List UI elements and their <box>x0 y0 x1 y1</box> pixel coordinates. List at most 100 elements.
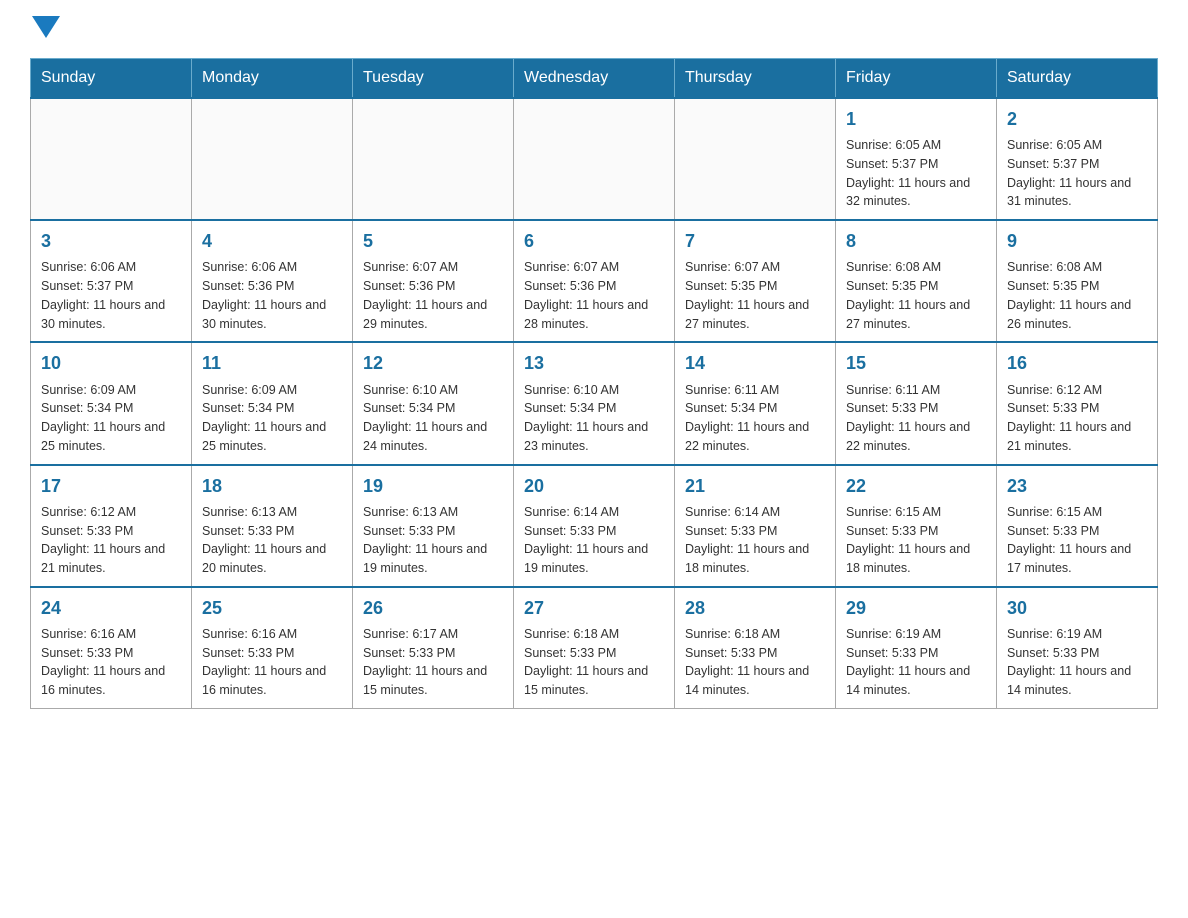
day-info: Sunrise: 6:17 AM Sunset: 5:33 PM Dayligh… <box>363 625 503 700</box>
week-row-4: 17 Sunrise: 6:12 AM Sunset: 5:33 PM Dayli… <box>31 465 1158 587</box>
weekday-header-monday: Monday <box>192 59 353 99</box>
calendar-cell: 4 Sunrise: 6:06 AM Sunset: 5:36 PM Daylig… <box>192 220 353 342</box>
day-info: Sunrise: 6:07 AM Sunset: 5:35 PM Dayligh… <box>685 258 825 333</box>
calendar-cell: 17 Sunrise: 6:12 AM Sunset: 5:33 PM Dayli… <box>31 465 192 587</box>
day-number: 10 <box>41 351 181 376</box>
calendar-cell: 29 Sunrise: 6:19 AM Sunset: 5:33 PM Dayli… <box>836 587 997 709</box>
calendar-cell: 5Sunrise: 6:07 AM Sunset: 5:36 PM Daylig… <box>353 220 514 342</box>
day-info: Sunrise: 6:13 AM Sunset: 5:33 PM Dayligh… <box>202 503 342 578</box>
day-info: Sunrise: 6:19 AM Sunset: 5:33 PM Dayligh… <box>1007 625 1147 700</box>
calendar-cell: 7 Sunrise: 6:07 AM Sunset: 5:35 PM Daylig… <box>675 220 836 342</box>
day-number: 23 <box>1007 474 1147 499</box>
day-number: 18 <box>202 474 342 499</box>
calendar-cell: 28 Sunrise: 6:18 AM Sunset: 5:33 PM Dayli… <box>675 587 836 709</box>
day-info: Sunrise: 6:16 AM Sunset: 5:33 PM Dayligh… <box>202 625 342 700</box>
day-info: Sunrise: 6:12 AM Sunset: 5:33 PM Dayligh… <box>1007 381 1147 456</box>
day-info: Sunrise: 6:12 AM Sunset: 5:33 PM Dayligh… <box>41 503 181 578</box>
calendar-cell: 6 Sunrise: 6:07 AM Sunset: 5:36 PM Daylig… <box>514 220 675 342</box>
day-info: Sunrise: 6:18 AM Sunset: 5:33 PM Dayligh… <box>524 625 664 700</box>
day-number: 22 <box>846 474 986 499</box>
day-number: 7 <box>685 229 825 254</box>
day-info: Sunrise: 6:09 AM Sunset: 5:34 PM Dayligh… <box>202 381 342 456</box>
calendar-table: SundayMondayTuesdayWednesdayThursdayFrid… <box>30 58 1158 709</box>
day-number: 14 <box>685 351 825 376</box>
calendar-cell <box>675 98 836 220</box>
day-number: 8 <box>846 229 986 254</box>
day-number: 1 <box>846 107 986 132</box>
day-info: Sunrise: 6:05 AM Sunset: 5:37 PM Dayligh… <box>846 136 986 211</box>
day-number: 4 <box>202 229 342 254</box>
calendar-cell: 27 Sunrise: 6:18 AM Sunset: 5:33 PM Dayli… <box>514 587 675 709</box>
day-number: 19 <box>363 474 503 499</box>
day-number: 29 <box>846 596 986 621</box>
day-info: Sunrise: 6:19 AM Sunset: 5:33 PM Dayligh… <box>846 625 986 700</box>
day-number: 9 <box>1007 229 1147 254</box>
logo <box>30 20 60 38</box>
day-info: Sunrise: 6:15 AM Sunset: 5:33 PM Dayligh… <box>846 503 986 578</box>
day-number: 30 <box>1007 596 1147 621</box>
day-number: 16 <box>1007 351 1147 376</box>
calendar-cell: 2 Sunrise: 6:05 AM Sunset: 5:37 PM Daylig… <box>997 98 1158 220</box>
day-info: Sunrise: 6:10 AM Sunset: 5:34 PM Dayligh… <box>524 381 664 456</box>
calendar-cell: 18 Sunrise: 6:13 AM Sunset: 5:33 PM Dayli… <box>192 465 353 587</box>
day-number: 21 <box>685 474 825 499</box>
weekday-header-saturday: Saturday <box>997 59 1158 99</box>
day-info: Sunrise: 6:11 AM Sunset: 5:33 PM Dayligh… <box>846 381 986 456</box>
weekday-header-thursday: Thursday <box>675 59 836 99</box>
day-info: Sunrise: 6:14 AM Sunset: 5:33 PM Dayligh… <box>524 503 664 578</box>
day-info: Sunrise: 6:05 AM Sunset: 5:37 PM Dayligh… <box>1007 136 1147 211</box>
calendar-cell <box>353 98 514 220</box>
day-info: Sunrise: 6:18 AM Sunset: 5:33 PM Dayligh… <box>685 625 825 700</box>
calendar-cell: 13Sunrise: 6:10 AM Sunset: 5:34 PM Dayli… <box>514 342 675 464</box>
calendar-cell <box>31 98 192 220</box>
week-row-1: 1 Sunrise: 6:05 AM Sunset: 5:37 PM Daylig… <box>31 98 1158 220</box>
calendar-cell: 15 Sunrise: 6:11 AM Sunset: 5:33 PM Dayli… <box>836 342 997 464</box>
weekday-header-sunday: Sunday <box>31 59 192 99</box>
calendar-cell: 30 Sunrise: 6:19 AM Sunset: 5:33 PM Dayli… <box>997 587 1158 709</box>
calendar-cell: 26Sunrise: 6:17 AM Sunset: 5:33 PM Dayli… <box>353 587 514 709</box>
day-number: 3 <box>41 229 181 254</box>
day-info: Sunrise: 6:09 AM Sunset: 5:34 PM Dayligh… <box>41 381 181 456</box>
calendar-cell: 22 Sunrise: 6:15 AM Sunset: 5:33 PM Dayli… <box>836 465 997 587</box>
day-number: 27 <box>524 596 664 621</box>
day-number: 17 <box>41 474 181 499</box>
day-number: 24 <box>41 596 181 621</box>
day-info: Sunrise: 6:06 AM Sunset: 5:36 PM Dayligh… <box>202 258 342 333</box>
day-number: 15 <box>846 351 986 376</box>
calendar-cell: 21Sunrise: 6:14 AM Sunset: 5:33 PM Dayli… <box>675 465 836 587</box>
day-number: 20 <box>524 474 664 499</box>
calendar-cell: 3 Sunrise: 6:06 AM Sunset: 5:37 PM Daylig… <box>31 220 192 342</box>
page-header <box>30 20 1158 38</box>
calendar-cell: 8Sunrise: 6:08 AM Sunset: 5:35 PM Daylig… <box>836 220 997 342</box>
calendar-cell: 23 Sunrise: 6:15 AM Sunset: 5:33 PM Dayli… <box>997 465 1158 587</box>
day-info: Sunrise: 6:06 AM Sunset: 5:37 PM Dayligh… <box>41 258 181 333</box>
day-number: 6 <box>524 229 664 254</box>
calendar-cell: 20 Sunrise: 6:14 AM Sunset: 5:33 PM Dayli… <box>514 465 675 587</box>
day-info: Sunrise: 6:08 AM Sunset: 5:35 PM Dayligh… <box>1007 258 1147 333</box>
calendar-cell: 10 Sunrise: 6:09 AM Sunset: 5:34 PM Dayli… <box>31 342 192 464</box>
weekday-header-tuesday: Tuesday <box>353 59 514 99</box>
day-info: Sunrise: 6:10 AM Sunset: 5:34 PM Dayligh… <box>363 381 503 456</box>
calendar-cell: 16 Sunrise: 6:12 AM Sunset: 5:33 PM Dayli… <box>997 342 1158 464</box>
day-number: 5 <box>363 229 503 254</box>
weekday-header-wednesday: Wednesday <box>514 59 675 99</box>
day-info: Sunrise: 6:11 AM Sunset: 5:34 PM Dayligh… <box>685 381 825 456</box>
logo-triangle-icon <box>32 16 60 38</box>
day-info: Sunrise: 6:15 AM Sunset: 5:33 PM Dayligh… <box>1007 503 1147 578</box>
weekday-header-friday: Friday <box>836 59 997 99</box>
calendar-cell: 11 Sunrise: 6:09 AM Sunset: 5:34 PM Dayli… <box>192 342 353 464</box>
calendar-cell: 24Sunrise: 6:16 AM Sunset: 5:33 PM Dayli… <box>31 587 192 709</box>
calendar-cell: 1 Sunrise: 6:05 AM Sunset: 5:37 PM Daylig… <box>836 98 997 220</box>
day-info: Sunrise: 6:07 AM Sunset: 5:36 PM Dayligh… <box>524 258 664 333</box>
day-number: 25 <box>202 596 342 621</box>
calendar-cell: 12 Sunrise: 6:10 AM Sunset: 5:34 PM Dayli… <box>353 342 514 464</box>
calendar-cell <box>514 98 675 220</box>
calendar-cell <box>192 98 353 220</box>
weekday-header-row: SundayMondayTuesdayWednesdayThursdayFrid… <box>31 59 1158 99</box>
day-number: 12 <box>363 351 503 376</box>
calendar-cell: 19Sunrise: 6:13 AM Sunset: 5:33 PM Dayli… <box>353 465 514 587</box>
day-number: 2 <box>1007 107 1147 132</box>
day-number: 11 <box>202 351 342 376</box>
day-number: 28 <box>685 596 825 621</box>
week-row-3: 10 Sunrise: 6:09 AM Sunset: 5:34 PM Dayli… <box>31 342 1158 464</box>
